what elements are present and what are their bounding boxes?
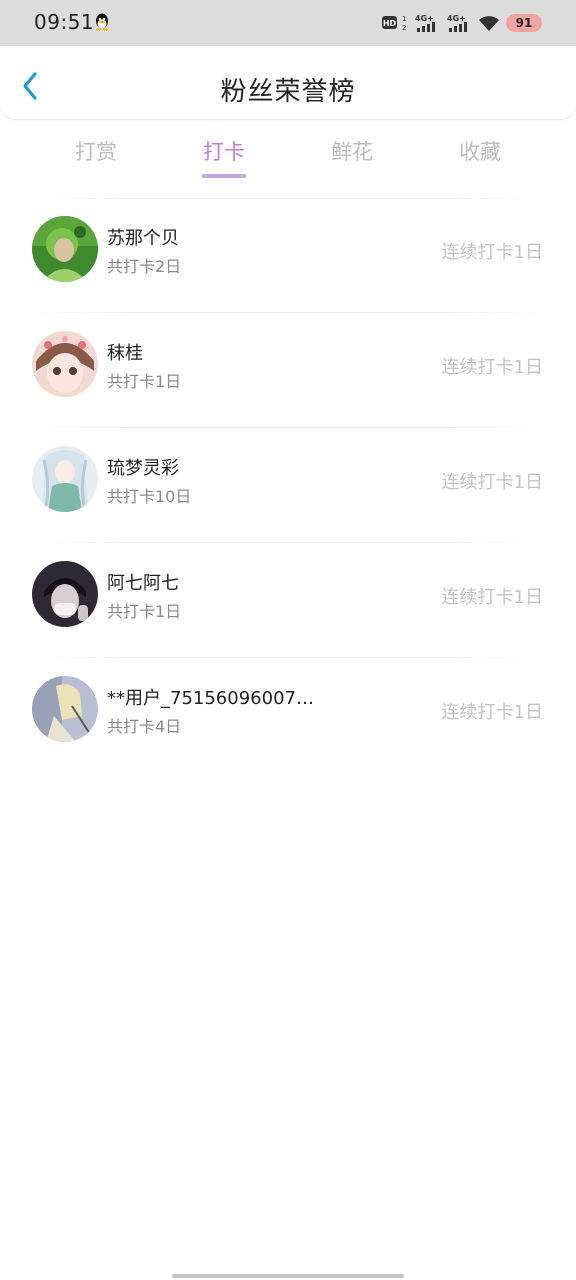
avatar[interactable]	[32, 446, 98, 512]
user-name: 苏那个贝	[107, 228, 179, 249]
user-total-checkin: 共打卡2日	[107, 257, 182, 276]
home-indicator[interactable]	[172, 1274, 404, 1278]
signal-icon-2: 4G+	[446, 12, 472, 34]
list-item[interactable]: 琉梦灵彩 共打卡10日 连续打卡1日	[0, 428, 576, 543]
net1-label: 4G+	[415, 14, 434, 23]
user-name: 琉梦灵彩	[107, 458, 179, 479]
masked-boy-avatar	[32, 561, 98, 627]
white-hair-girl-avatar	[32, 446, 98, 512]
sketch-avatar	[32, 676, 98, 742]
status-icons: HD 1 2 4G+ 4G+ 91	[382, 11, 542, 35]
user-total-checkin: 共打卡1日	[107, 372, 182, 391]
hd-sub2: 2	[402, 24, 406, 32]
hd-sub1: 1	[402, 15, 406, 23]
avatar[interactable]	[32, 676, 98, 742]
user-streak: 连续打卡1日	[441, 472, 543, 493]
user-total-checkin: 共打卡1日	[107, 602, 182, 621]
list-item[interactable]: 苏那个贝 共打卡2日 连续打卡1日	[0, 198, 576, 313]
user-streak: 连续打卡1日	[441, 357, 543, 378]
user-name: 秣桂	[107, 343, 143, 364]
tab-checkin-label: 打卡	[203, 140, 245, 164]
hd-label: HD	[383, 19, 397, 28]
list-item[interactable]: 秣桂 共打卡1日 连续打卡1日	[0, 313, 576, 428]
qq-icon	[94, 13, 110, 31]
page-title: 粉丝荣誉榜	[220, 77, 356, 107]
signal-icon: 4G+	[414, 12, 440, 34]
hd-icon: HD 1 2	[382, 13, 408, 33]
user-total-checkin: 共打卡10日	[107, 487, 192, 506]
user-streak: 连续打卡1日	[441, 702, 543, 723]
battery-icon: 91	[506, 14, 542, 32]
user-streak: 连续打卡1日	[441, 242, 543, 263]
wifi-icon	[478, 14, 500, 32]
avatar[interactable]	[32, 331, 98, 397]
user-name: 阿七阿七	[107, 573, 179, 594]
status-bar: 09:51 HD 1 2 4G+ 4G+ 91	[0, 0, 576, 46]
list-item[interactable]: 阿七阿七 共打卡1日 连续打卡1日	[0, 543, 576, 658]
green-girl-avatar	[32, 216, 98, 282]
net2-label: 4G+	[447, 14, 466, 23]
tab-checkin[interactable]: 打卡	[160, 136, 288, 180]
tab-flower[interactable]: 鲜花	[288, 136, 416, 180]
user-streak: 连续打卡1日	[441, 587, 543, 608]
screen: 09:51 HD 1 2 4G+ 4G+ 91 粉丝荣誉榜 打赏 打卡 鲜花 收…	[0, 0, 576, 1280]
tab-active-indicator	[202, 174, 246, 178]
fan-list: 苏那个贝 共打卡2日 连续打卡1日 秣桂 共打卡1日 连续打卡1日 琉梦灵彩 共…	[0, 198, 576, 773]
avatar[interactable]	[32, 561, 98, 627]
avatar[interactable]	[32, 216, 98, 282]
anime-girl-avatar	[32, 331, 98, 397]
user-total-checkin: 共打卡4日	[107, 717, 182, 736]
header: 粉丝荣誉榜	[0, 46, 576, 120]
tab-tip[interactable]: 打赏	[32, 136, 160, 180]
list-item[interactable]: **用户_75156096007… 共打卡4日 连续打卡1日	[0, 658, 576, 773]
status-time: 09:51	[34, 10, 95, 34]
tab-favorite[interactable]: 收藏	[416, 136, 544, 180]
tab-bar: 打赏 打卡 鲜花 收藏	[32, 136, 544, 180]
user-name: **用户_75156096007…	[107, 688, 314, 709]
